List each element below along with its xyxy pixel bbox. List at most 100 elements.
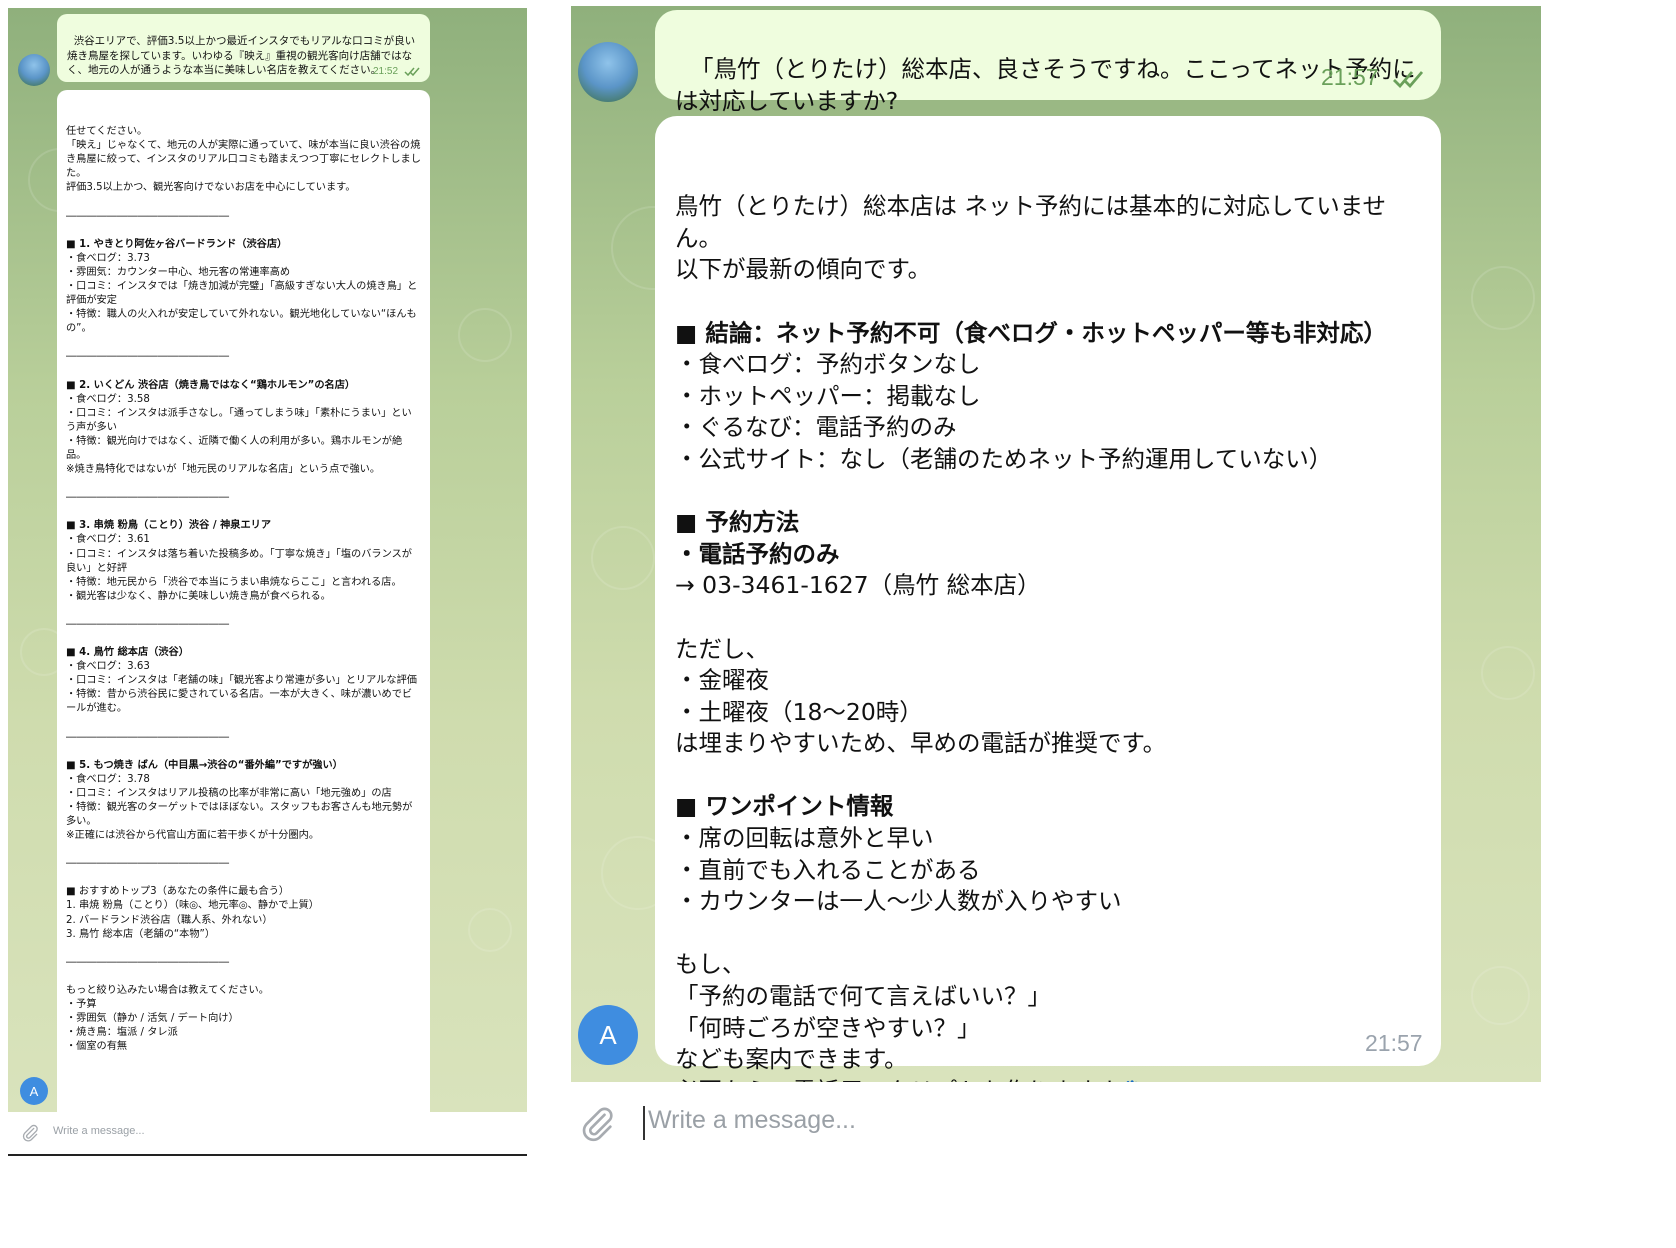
- message-time: 21:57: [1321, 64, 1379, 90]
- paperclip-icon[interactable]: [577, 1104, 617, 1144]
- reply-line: 評価3.5以上かつ、観光客向けでないお店を中心にしています。: [66, 182, 356, 194]
- bot-avatar-letter: A: [29, 1083, 39, 1099]
- reply-line: ――――――――――――――――: [66, 956, 229, 968]
- reply-lines: 任せてください。「映え」じゃなくて、地元の人が実際に通っていて、味が本当に良い渋…: [66, 125, 421, 1054]
- reply-line: [675, 602, 1419, 634]
- user-avatar[interactable]: [18, 54, 50, 86]
- reply-line: [675, 476, 1419, 508]
- bot-avatar-letter: A: [599, 1019, 617, 1050]
- reply-line: [66, 843, 421, 857]
- reply-line: ・カウンターは一人〜少人数が入りやすい: [675, 887, 1122, 916]
- reply-line: ・特徴：地元民から「渋谷で本当にうまい串焼ならここ」と言われる店。: [66, 576, 402, 588]
- reply-line: ・特徴：職人の火入れが安定していて外れない。観光地化していない“ほんもの”。: [66, 309, 417, 335]
- reply-line: [675, 918, 1419, 950]
- user-avatar[interactable]: [578, 42, 638, 102]
- reply-line: [675, 286, 1419, 318]
- reply-line: ・食べログ：3.63: [66, 661, 150, 673]
- reply-line: ――――――――――――――――: [66, 731, 229, 743]
- message-time: 21:57: [1365, 1030, 1423, 1056]
- reply-line: [66, 477, 421, 491]
- reply-line: ・口コミ：インスタは落ち着いた投稿多め。「丁寧な焼き」「塩のバランスが良い」と好…: [66, 548, 412, 574]
- bot-avatar[interactable]: A: [20, 1077, 48, 1105]
- reply-line: ■ 5. もつ焼き ばん（中目黒→渋谷の“番外編”ですが強い）: [66, 759, 343, 771]
- reply-line: [66, 942, 421, 956]
- reply-line: ・食べログ：3.58: [66, 393, 150, 405]
- reply-line: ■ おすすめトップ3（あなたの条件に最も合う）: [66, 886, 290, 898]
- reply-line: ・雰囲気：カウンター中心、地元客の常連率高め: [66, 266, 291, 278]
- bot-reply-bubble: 任せてください。「映え」じゃなくて、地元の人が実際に通っていて、味が本当に良い渋…: [57, 90, 430, 1114]
- left-input-bar: Write a message...: [8, 1112, 527, 1156]
- reply-line: [675, 760, 1419, 792]
- reply-line: ・特徴：昔から渋谷民に愛されている名店。一本が大きく、味が濃いめでビールが進む。: [66, 689, 413, 715]
- reply-line: ・直前でも入れることがある: [675, 855, 981, 884]
- reply-line: ・口コミ：インスタでは「焼き加減が完璧」「高級すぎない大人の焼き鳥」と評価が安定: [66, 281, 418, 307]
- reply-line: ・口コミ：インスタはリアル投稿の比率が非常に高い「地元強め」の店: [66, 787, 392, 799]
- reply-line: ■ 1. やきとり阿佐ヶ谷バードランド（渋谷店）: [66, 238, 288, 250]
- background-doodle: [1471, 966, 1530, 1025]
- reply-line: 鳥竹（とりたけ）総本店は ネット予約には基本的に対応していません。: [675, 192, 1387, 252]
- reply-lines: 鳥竹（とりたけ）総本店は ネット予約には基本的に対応していません。 以下が最新の傾…: [675, 191, 1419, 1107]
- reply-line: [66, 871, 421, 885]
- reply-line: ・電話予約のみ: [675, 539, 840, 568]
- background-doodle: [468, 908, 512, 952]
- reply-line: ・席の回転は意外と早い: [675, 824, 934, 853]
- reply-line: ・予算: [66, 999, 97, 1010]
- reply-line: ・特徴：観光向けではなく、近隣で働く人の利用が多い。鶏ホルモンが絶品。: [66, 435, 403, 461]
- reply-line: ・焼き鳥：塩派 / タレ派: [66, 1027, 178, 1039]
- bot-avatar[interactable]: A: [578, 1005, 638, 1065]
- background-doodle: [591, 526, 655, 590]
- right-input-bar: Write a message...: [571, 1082, 1541, 1166]
- message-meta: 21:57: [1321, 64, 1425, 91]
- reply-line: ■ 4. 鳥竹 総本店（渋谷）: [66, 647, 189, 659]
- bot-reply-bubble: 鳥竹（とりたけ）総本店は ネット予約には基本的に対応していません。 以下が最新の傾…: [655, 116, 1441, 1105]
- reply-line: ――――――――――――――――: [66, 858, 229, 870]
- reply-line: ・土曜夜（18〜20時）: [675, 697, 923, 726]
- reply-line: 3. 鳥竹 総本店（老舗の“本物”）: [66, 928, 216, 940]
- reply-line: 2. バードランド渋谷店（職人系、外れない）: [66, 914, 273, 926]
- reply-line: 「何時ごろが空きやすい？」: [675, 1013, 981, 1042]
- reply-line: もっと絞り込みたい場合は教えてください。: [66, 984, 269, 996]
- reply-line: もし、: [675, 950, 746, 979]
- reply-line: ■ 3. 串焼 粉鳥（ことり）渋谷 / 神泉エリア: [66, 520, 272, 532]
- reply-line: ・食べログ：3.78: [66, 773, 150, 785]
- reply-line: [66, 716, 421, 730]
- text-cursor: [643, 1106, 645, 1140]
- reply-line: ・金曜夜: [675, 666, 769, 695]
- message-meta: 21:52: [373, 66, 420, 77]
- reply-line: ■ ワンポイント情報: [675, 792, 894, 821]
- reply-line: ■ 予約方法: [675, 508, 800, 537]
- reply-line: ・ホットペッパー：掲載なし: [675, 381, 981, 410]
- reply-line: 「予約の電話で何て言えばいい？」: [675, 982, 1051, 1011]
- reply-line: [66, 970, 421, 984]
- reply-line: ・個室の有無: [66, 1041, 128, 1053]
- reply-line: [66, 336, 421, 350]
- reply-line: 任せてください。: [66, 126, 148, 138]
- message-input[interactable]: Write a message...: [648, 1106, 856, 1135]
- reply-line: ・観光客は少なく、静かに美味しい焼き鳥が食べられる。: [66, 590, 331, 602]
- reply-line: ――――――――――――――――: [66, 351, 229, 363]
- reply-line: ※正確には渋谷から代官山方面に若干歩くが十分圏内。: [66, 830, 320, 842]
- reply-line: ※焼き鳥特化ではないが「地元民のリアルな名店」という点で強い。: [66, 464, 381, 476]
- reply-line: [66, 224, 421, 238]
- read-check-icon: [404, 67, 420, 76]
- reply-line: は埋まりやすいため、早めの電話が推奨です。: [675, 729, 1167, 758]
- paperclip-icon[interactable]: [20, 1123, 40, 1143]
- reply-line: 「映え」じゃなくて、地元の人が実際に通っていて、味が本当に良い渋谷の焼き鳥屋に絞…: [66, 140, 421, 180]
- message-input[interactable]: Write a message...: [53, 1125, 145, 1137]
- message-text: 渋谷エリアで、評価3.5以上かつ最近インスタでもリアルな口コミが良い焼き鳥屋を探…: [67, 35, 416, 77]
- background-doodle: [458, 308, 512, 362]
- reply-line: [66, 364, 421, 378]
- reply-line: ・特徴：観光客のターゲットではほぼない。スタッフもお客さんも地元勢が多い。: [66, 801, 413, 827]
- reply-line: → 03-3461-1627（鳥竹 総本店）: [675, 571, 1041, 600]
- reply-line: [66, 632, 421, 646]
- reply-line: 1. 串焼 粉鳥（ことり）（味◎、地元率◎、静かで上質）: [66, 900, 319, 912]
- reply-line: ■ 結論：ネット予約不可（食べログ・ホットペッパー等も非対応）: [675, 318, 1387, 347]
- reply-line: [66, 196, 421, 210]
- reply-line: ・雰囲気（静か / 活気 / デート向け）: [66, 1013, 239, 1025]
- background-doodle: [1471, 266, 1535, 330]
- reply-line: ・食べログ：3.61: [66, 534, 150, 546]
- reply-line: ・食べログ：3.73: [66, 252, 150, 264]
- reply-line: ・口コミ：インスタは派手さなし。「通ってしまう味」「素朴にうまい」という声が多い: [66, 407, 412, 433]
- reply-line: ・食べログ：予約ボタンなし: [675, 350, 981, 379]
- message-time: 21:52: [373, 66, 399, 77]
